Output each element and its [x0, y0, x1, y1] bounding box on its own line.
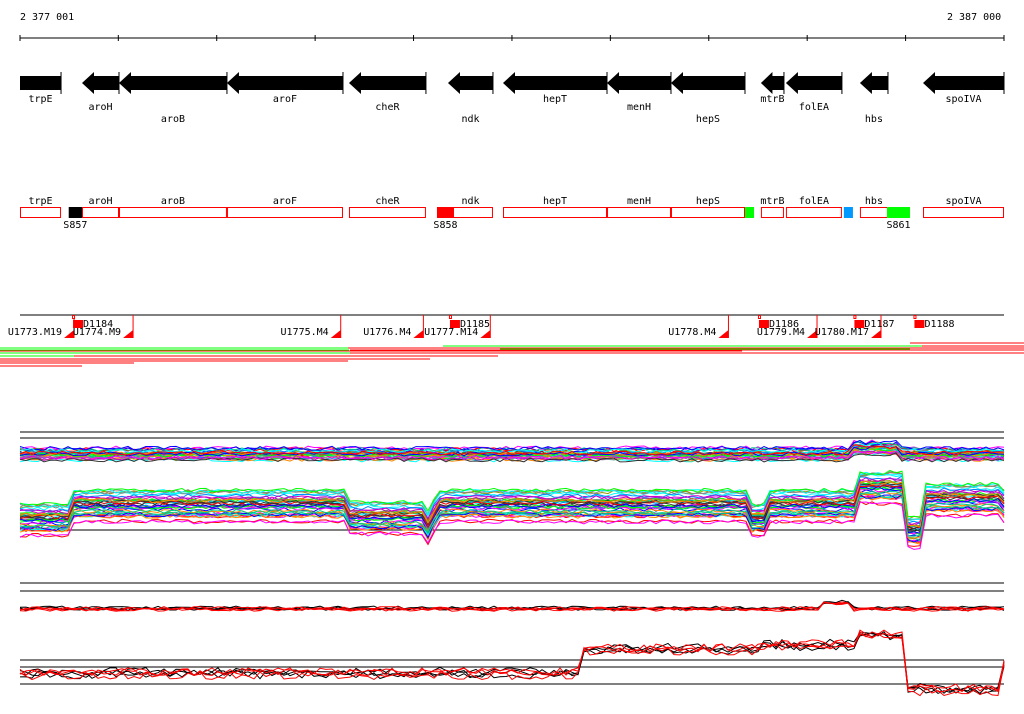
gene-label: hepT: [543, 94, 567, 105]
tracks-canvas: trpE trpE aroH aroH aroB aroB aroF aroF cheR cheR…: [0, 35, 1024, 697]
terminator-icon: [330, 330, 341, 338]
site-marker: [886, 207, 911, 218]
gene-label: menH: [627, 102, 651, 113]
summary-profile-top: [19, 601, 1005, 611]
gene-box-aroH: [81, 207, 120, 218]
downstream-label: D1186: [769, 319, 799, 330]
gene-label: cheR: [375, 102, 400, 113]
gene-label: spoIVA: [945, 94, 981, 105]
gene-arrow-aroH: [81, 72, 120, 94]
terminator-icon: [413, 330, 424, 338]
promoter-box: [758, 320, 769, 328]
gene-box-cheR: [348, 207, 426, 218]
gene-box-label: hepT: [543, 196, 567, 207]
gene-box-trpE: [20, 207, 62, 218]
gene-label: aroF: [273, 94, 297, 105]
gene-arrow-cheR: [348, 72, 426, 94]
terminator-icon: [870, 330, 881, 338]
gene-label: aroH: [88, 102, 112, 113]
gene-box-aroB: [119, 207, 227, 218]
terminator-icon: [123, 330, 134, 338]
gene-box-label: hepS: [696, 196, 720, 207]
promoter-marker: [853, 315, 857, 319]
gene-box-label: aroF: [273, 196, 297, 207]
gene-label: hbs: [865, 114, 883, 125]
site-marker: [436, 207, 454, 218]
downstream-label: D1187: [864, 319, 894, 330]
gene-arrow-menH: [607, 72, 671, 94]
gene-label: trpE: [28, 94, 52, 105]
promoter-marker: [72, 315, 76, 319]
site-label: S858: [433, 220, 457, 231]
gene-arrow-folEA: [785, 72, 842, 94]
transcript-label: U1773.M19: [8, 327, 62, 338]
gene-box-spoIVA: [923, 207, 1005, 218]
promoter-box: [73, 320, 84, 328]
transcript-label: U1776.M4: [363, 327, 411, 338]
gene-arrow-aroF: [226, 72, 343, 94]
promoter-marker: [757, 315, 761, 319]
transcript-label: U1778.M4: [668, 327, 716, 338]
gene-arrow-ndk: [447, 72, 493, 94]
summary-profile-bottom: [19, 629, 1005, 693]
gene-box-label: aroH: [88, 196, 112, 207]
gene-label: mtrB: [760, 94, 784, 105]
gene-box-label: trpE: [28, 196, 52, 207]
site-marker: [744, 207, 755, 218]
gene-box-label: spoIVA: [945, 196, 981, 207]
gene-arrow-hepT: [502, 72, 608, 94]
gene-box-label: cheR: [375, 196, 400, 207]
gene-box-hepS: [670, 207, 745, 218]
gene-box-aroF: [226, 207, 343, 218]
gene-box-label: hbs: [865, 196, 883, 207]
transcript-label: U1775.M4: [281, 327, 329, 338]
gene-box-label: ndk: [461, 196, 479, 207]
gene-label: hepS: [696, 114, 720, 125]
gene-box-label: menH: [627, 196, 651, 207]
downstream-label: D1188: [924, 319, 954, 330]
gene-box-hbs: [859, 207, 888, 218]
terminator-icon: [480, 330, 491, 338]
transcript-label: U1780.M17: [815, 327, 869, 338]
gene-label: ndk: [461, 114, 479, 125]
gene-box-label: mtrB: [760, 196, 784, 207]
genome-browser-view: 2 377 001 2 387 000 trpE trpE aroH aroH aroB…: [0, 0, 1024, 714]
downstream-label: D1185: [460, 319, 490, 330]
site-marker: [843, 207, 853, 218]
gene-arrow-hepS: [670, 72, 745, 94]
gene-box-mtrB: [760, 207, 784, 218]
gene-box-folEA: [785, 207, 842, 218]
gene-arrow-spoIVA: [923, 72, 1004, 94]
site-label: S861: [886, 220, 910, 231]
gene-box-label: aroB: [161, 196, 185, 207]
gene-arrow-trpE: [20, 76, 62, 90]
promoter-marker: [448, 315, 452, 319]
downstream-label: D1184: [83, 319, 113, 330]
gene-arrow-hbs: [859, 72, 888, 94]
promoter-box: [854, 320, 865, 328]
promoter-box: [914, 320, 925, 328]
terminator-icon: [718, 330, 729, 338]
gene-arrow-mtrB: [760, 72, 784, 94]
promoter-marker: [913, 315, 917, 319]
site-marker: [68, 207, 82, 218]
gene-label: aroB: [161, 114, 185, 125]
gene-box-ndk: [447, 207, 493, 218]
gene-box-menH: [607, 207, 671, 218]
gene-box-hepT: [502, 207, 608, 218]
gene-box-label: folEA: [799, 196, 829, 207]
site-label: S857: [63, 220, 87, 231]
promoter-box: [449, 320, 460, 328]
gene-label: folEA: [799, 102, 829, 113]
gene-arrow-aroB: [119, 72, 227, 94]
